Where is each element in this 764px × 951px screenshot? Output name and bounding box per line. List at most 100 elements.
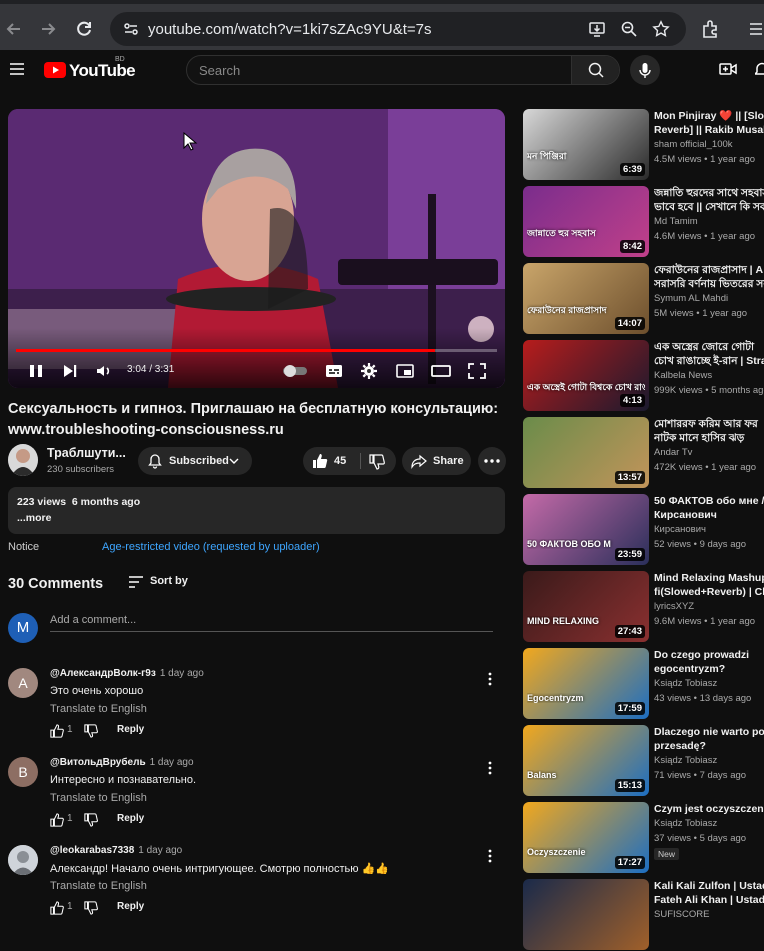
recommended-video[interactable]: জান্নাতে হুর সহবাস 8:42 জন্নাতি হুরদের সাথ…	[523, 186, 764, 258]
add-comment-input[interactable]: Add a comment...	[50, 614, 493, 632]
like-button[interactable]: 45	[303, 447, 358, 475]
reload-icon[interactable]	[73, 18, 95, 40]
create-video-icon[interactable]	[719, 61, 737, 77]
current-user-avatar[interactable]: M	[8, 613, 38, 643]
recommended-thumbnail[interactable]: Oczyszczenie 17:27	[523, 802, 649, 873]
description-more-link[interactable]: ...more	[17, 512, 51, 524]
pause-icon[interactable]	[26, 362, 46, 380]
recommended-thumbnail[interactable]: Egocentryzm 17:59	[523, 648, 649, 719]
reply-button[interactable]: Reply	[117, 901, 144, 912]
subscribed-button[interactable]: Subscribed	[138, 447, 252, 475]
recommended-channel[interactable]: Andar Tv	[654, 447, 692, 458]
comment-avatar[interactable]: A	[8, 668, 38, 698]
recommended-title[interactable]: Dlaczego nie warto pop przesadę?	[654, 725, 764, 753]
recommended-thumbnail[interactable]: মন পিঞ্জিরা 6:39	[523, 109, 649, 180]
recommended-title[interactable]: Kali Kali Zulfon | Ustad Fateh Ali Khan |…	[654, 879, 764, 907]
autoplay-toggle[interactable]	[282, 362, 308, 380]
comment-menu-icon[interactable]	[486, 849, 494, 863]
comment-author[interactable]: @leokarabas7338	[50, 845, 134, 856]
comment-avatar[interactable]: B	[8, 757, 38, 787]
comment-time[interactable]: 1 day ago	[160, 668, 204, 679]
recommended-video[interactable]: MIND RELAXING27:43Mind Relaxing Mashup |…	[523, 571, 764, 643]
recommended-video[interactable]: Oczyszczenie 17:27 Czym jest oczyszczenie K…	[523, 802, 764, 874]
more-actions-button[interactable]	[478, 447, 506, 475]
recommended-channel[interactable]: Ksiądz Tobiasz	[654, 678, 717, 689]
miniplayer-icon[interactable]	[395, 362, 415, 380]
recommended-video[interactable]: Balans 15:13 Dlaczego nie warto pop przesad…	[523, 725, 764, 797]
notifications-icon[interactable]	[755, 61, 764, 77]
sort-by-button[interactable]: Sort by	[128, 575, 188, 588]
back-icon[interactable]	[3, 18, 25, 40]
comment-dislike-icon[interactable]	[84, 901, 98, 915]
recommended-video[interactable]: এক অস্ত্রেই গোটা বিশ্বকে চোখ রাঙাচ্ছে ইর…	[523, 340, 764, 412]
recommended-channel[interactable]: Kalbela News	[654, 370, 712, 381]
comment-dislike-icon[interactable]	[84, 724, 98, 738]
recommended-video[interactable]: 13:57 মোশাররফ করিম আর ফর নাটক মানে হাসির ঝ…	[523, 417, 764, 489]
recommended-thumbnail[interactable]: 50 ФАКТОВ ОБО М 23:59	[523, 494, 649, 565]
translate-link[interactable]: Translate to English	[50, 880, 147, 892]
video-player[interactable]: 3:04 / 3:31	[8, 109, 505, 388]
volume-icon[interactable]	[94, 362, 114, 380]
recommended-title[interactable]: জন্নাতি হুরদের সাথে সহবাস ভাবে হবে || সেখ…	[654, 186, 764, 214]
recommended-channel[interactable]: sham official_100k	[654, 139, 733, 150]
recommended-channel[interactable]: Ksiądz Tobiasz	[654, 755, 717, 766]
fullscreen-icon[interactable]	[467, 362, 487, 380]
comment-time[interactable]: 1 day ago	[138, 845, 182, 856]
recommended-title[interactable]: এক অস্ত্রের জোরে গোটা চোখ রাঙাচ্ছে ই-রান …	[654, 340, 764, 368]
dislike-button[interactable]	[365, 447, 395, 475]
recommended-channel[interactable]: Symum AL Mahdi	[654, 293, 728, 304]
next-video-icon[interactable]	[60, 362, 80, 380]
zoom-icon[interactable]	[620, 20, 638, 38]
comment-time[interactable]: 1 day ago	[150, 757, 194, 768]
url-text[interactable]: youtube.com/watch?v=1ki7sZAc9YU&t=7s	[148, 21, 431, 38]
comment-author[interactable]: @АлександрВолк-г9з	[50, 668, 156, 679]
recommended-title[interactable]: Do czego prowadzi egocentryzm?	[654, 648, 764, 676]
address-bar[interactable]: youtube.com/watch?v=1ki7sZAc9YU&t=7s	[110, 12, 686, 46]
comment-dislike-icon[interactable]	[84, 813, 98, 827]
recommended-thumbnail[interactable]: এক অস্ত্রেই গোটা বিশ্বকে চোখ রাঙাচ্ছে ইর…	[523, 340, 649, 411]
channel-name[interactable]: Траблшути...	[47, 446, 126, 460]
share-button[interactable]: Share	[402, 447, 471, 475]
theater-mode-icon[interactable]	[431, 362, 451, 380]
recommended-title[interactable]: Mon Pinjiray ❤️ || [SlowedReverb] || Rak…	[654, 109, 764, 137]
recommended-title[interactable]: Czym jest oczyszczenie	[654, 802, 764, 816]
comment-menu-icon[interactable]	[486, 672, 494, 686]
recommended-title[interactable]: মোশাররফ করিম আর ফর নাটক মানে হাসির ঝড়	[654, 417, 764, 445]
recommended-channel[interactable]: Md Tamim	[654, 216, 698, 227]
translate-link[interactable]: Translate to English	[50, 792, 147, 804]
recommended-title[interactable]: ফেরাউনের রাজপ্রাসাদ | A সরাসরি বর্ণনায় ভ…	[654, 263, 764, 291]
site-info-icon[interactable]	[122, 20, 140, 38]
recommended-video[interactable]: Egocentryzm 17:59 Do czego prowadzi egocent…	[523, 648, 764, 720]
channel-avatar[interactable]	[8, 444, 38, 476]
reply-button[interactable]: Reply	[117, 813, 144, 824]
recommended-thumbnail[interactable]: Balans 15:13	[523, 725, 649, 796]
recommended-video[interactable]: মন পিঞ্জিরা 6:39 Mon Pinjiray ❤️ || [Slowe…	[523, 109, 764, 181]
progress-bar[interactable]	[16, 349, 497, 352]
comment-like-icon[interactable]	[50, 813, 64, 827]
comment-avatar[interactable]	[8, 845, 38, 875]
recommended-channel[interactable]: SUFISCORE	[654, 909, 709, 920]
browser-menu-icon[interactable]	[744, 18, 764, 40]
recommended-channel[interactable]: Ksiądz Tobiasz	[654, 818, 717, 829]
forward-icon[interactable]	[37, 18, 59, 40]
subtitles-icon[interactable]	[324, 362, 344, 380]
comment-like-icon[interactable]	[50, 724, 64, 738]
recommended-video[interactable]: Kali Kali Zulfon | Ustad Fateh Ali Khan |…	[523, 879, 764, 951]
settings-gear-icon[interactable]	[359, 362, 379, 380]
recommended-title[interactable]: 50 ФАКТОВ обо мне / Кирсанович	[654, 494, 764, 522]
voice-search-button[interactable]	[630, 55, 660, 85]
recommended-thumbnail[interactable]: ফেরাউনের রাজপ্রাসাদ 14:07	[523, 263, 649, 334]
search-input[interactable]: Search	[199, 63, 240, 78]
comment-like-icon[interactable]	[50, 901, 64, 915]
comment-author[interactable]: @ВитольдВрубель	[50, 757, 146, 768]
recommended-video[interactable]: 50 ФАКТОВ ОБО М 23:59 50 ФАКТОВ обо мне / К…	[523, 494, 764, 566]
recommended-title[interactable]: Mind Relaxing Mashup | Lfi(Slowed+Reverb…	[654, 571, 764, 599]
recommended-thumbnail[interactable]	[523, 879, 649, 950]
recommended-channel[interactable]: lyricsXYZ	[654, 601, 694, 612]
search-button[interactable]	[571, 56, 619, 84]
install-app-icon[interactable]	[588, 20, 606, 38]
recommended-thumbnail[interactable]: MIND RELAXING 27:43	[523, 571, 649, 642]
recommended-video[interactable]: ফেরাউনের রাজপ্রাসাদ 14:07 ফেরাউনের রাজপ্রা…	[523, 263, 764, 335]
bookmark-star-icon[interactable]	[652, 20, 670, 38]
recommended-thumbnail[interactable]: 13:57	[523, 417, 649, 488]
